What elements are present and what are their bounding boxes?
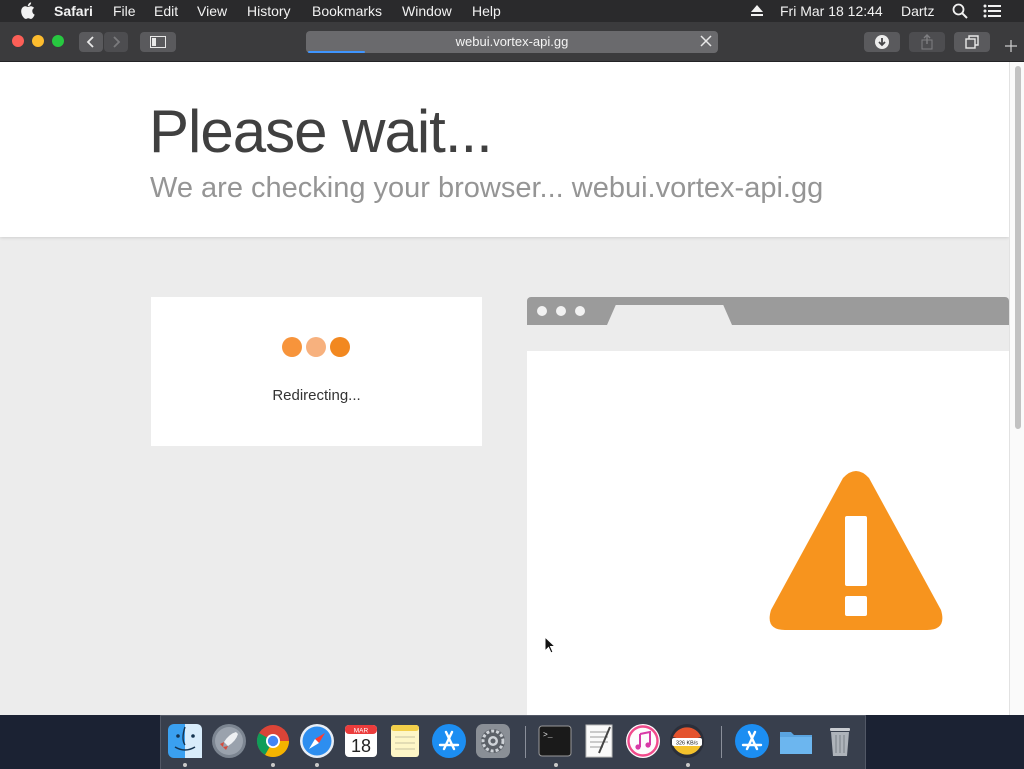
warning-icon [769, 471, 943, 630]
dock: MAR 18 >_ 326 KB/s [160, 715, 866, 769]
new-tab-icon[interactable] [1000, 33, 1024, 61]
trash-icon[interactable] [822, 723, 858, 759]
back-button[interactable] [79, 32, 103, 52]
menu-help[interactable]: Help [472, 3, 501, 19]
close-window-button[interactable] [12, 35, 24, 47]
chrome-icon[interactable] [255, 723, 291, 759]
running-indicator [271, 763, 275, 767]
sidebar-toggle-button[interactable] [140, 32, 176, 52]
app-store-icon[interactable] [431, 723, 467, 759]
menu-app-name[interactable]: Safari [54, 3, 93, 19]
zoom-window-button[interactable] [52, 35, 64, 47]
safari-window: webui.vortex-api.gg Please wait... We ar… [0, 22, 1024, 715]
page-scrollbar[interactable] [1009, 62, 1024, 715]
notes-icon[interactable] [387, 723, 423, 759]
folder-icon[interactable] [778, 723, 814, 759]
menu-edit[interactable]: Edit [154, 3, 178, 19]
safari-icon[interactable] [299, 723, 335, 759]
menu-clock[interactable]: Fri Mar 18 12:44 [780, 3, 883, 19]
svg-text:>_: >_ [543, 731, 553, 740]
menu-window[interactable]: Window [402, 3, 452, 19]
loading-dot [330, 337, 350, 357]
address-bar-url[interactable]: webui.vortex-api.gg [306, 31, 718, 53]
dock-separator [721, 726, 722, 758]
page-header: Please wait... We are checking your brow… [0, 62, 1009, 237]
web-page: Please wait... We are checking your brow… [0, 62, 1009, 715]
svg-text:18: 18 [351, 736, 371, 756]
address-bar[interactable]: webui.vortex-api.gg [306, 31, 718, 53]
browser-toolbar: webui.vortex-api.gg [0, 22, 1024, 62]
calendar-icon[interactable]: MAR 18 [343, 723, 379, 759]
running-indicator [554, 763, 558, 767]
minimize-window-button[interactable] [32, 35, 44, 47]
svg-text:326 KB/s: 326 KB/s [676, 740, 698, 746]
menu-view[interactable]: View [197, 3, 227, 19]
page-load-progress-bar [308, 51, 365, 53]
illustration-dot [575, 306, 585, 316]
textedit-icon[interactable] [581, 723, 617, 759]
dock-separator [525, 726, 526, 758]
svg-text:MAR: MAR [354, 728, 369, 735]
running-indicator [686, 763, 690, 767]
loading-dot [282, 337, 302, 357]
network-monitor-icon[interactable]: 326 KB/s [669, 723, 705, 759]
forward-button[interactable] [104, 32, 128, 52]
stop-loading-icon[interactable] [698, 34, 714, 50]
scrollbar-thumb[interactable] [1015, 66, 1021, 429]
spotlight-search-icon[interactable] [952, 3, 968, 19]
illustration-dot [556, 306, 566, 316]
menu-file[interactable]: File [113, 3, 136, 19]
status-text: Redirecting... [272, 387, 361, 404]
status-card: Redirecting... [151, 297, 482, 446]
menu-bookmarks[interactable]: Bookmarks [312, 3, 382, 19]
illustration-browser-body [527, 351, 1009, 715]
show-tabs-button[interactable] [954, 32, 990, 52]
browser-illustration [527, 297, 1009, 715]
menu-user[interactable]: Dartz [901, 3, 934, 19]
finder-icon[interactable] [167, 723, 203, 759]
loading-dot [306, 337, 326, 357]
page-title: Please wait... [149, 98, 493, 165]
menu-history[interactable]: History [247, 3, 291, 19]
illustration-tab [607, 305, 732, 325]
notification-center-icon[interactable] [983, 4, 1001, 20]
page-subtitle: We are checking your browser... webui.vo… [150, 172, 824, 204]
system-preferences-gear-icon[interactable] [475, 723, 511, 759]
share-button[interactable] [909, 32, 945, 52]
running-indicator [183, 763, 187, 767]
illustration-browser-chrome [527, 297, 1009, 325]
running-indicator [315, 763, 319, 767]
app-store-downloads-icon[interactable] [734, 723, 770, 759]
menu-bar: Safari File Edit View History Bookmarks … [0, 0, 1024, 22]
mouse-cursor-icon [544, 636, 556, 654]
terminal-icon[interactable]: >_ [537, 723, 573, 759]
launchpad-rocket-icon[interactable] [211, 723, 247, 759]
eject-icon[interactable] [750, 4, 764, 20]
illustration-dot [537, 306, 547, 316]
itunes-music-icon[interactable] [625, 723, 661, 759]
apple-menu-icon[interactable] [20, 2, 35, 19]
downloads-button[interactable] [864, 32, 900, 52]
